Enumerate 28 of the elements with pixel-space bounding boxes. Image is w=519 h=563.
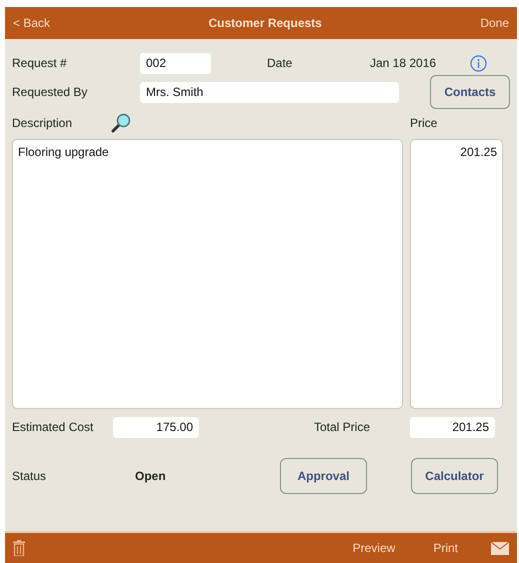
print-link[interactable]: Print <box>433 541 458 555</box>
info-icon[interactable] <box>470 54 487 72</box>
calculator-button[interactable]: Calculator <box>411 458 498 494</box>
field-label: Price <box>410 116 438 130</box>
estimated-cost-field[interactable]: 175.00 <box>113 416 199 438</box>
request-number-field[interactable]: 002 <box>140 52 211 74</box>
total-price-field[interactable]: 201.25 <box>410 416 495 438</box>
contacts-button[interactable]: Contacts <box>430 75 510 109</box>
approval-button[interactable]: Approval <box>280 458 367 494</box>
field-label: Description <box>12 116 74 130</box>
requested-by-field[interactable]: Mrs. Smith <box>140 82 399 102</box>
trash-icon[interactable] <box>13 540 25 556</box>
screen-title: Customer Requests <box>207 16 323 30</box>
description-area[interactable]: Flooring upgrade <box>12 139 403 409</box>
field-label: Requested By <box>12 85 88 99</box>
status-value: Open <box>135 469 167 483</box>
price-area[interactable]: 201.25 <box>410 139 503 409</box>
search-icon[interactable] <box>110 112 132 134</box>
done-link[interactable]: Done <box>480 16 509 30</box>
preview-link[interactable]: Preview <box>352 541 396 555</box>
field-label: Request # <box>12 56 68 70</box>
back-link[interactable]: < Back <box>13 16 50 30</box>
field-label: Date <box>267 56 294 70</box>
date-value: Jan 18 2016 <box>370 56 438 70</box>
field-label: Estimated Cost <box>12 420 94 434</box>
mail-icon[interactable] <box>491 542 509 554</box>
field-label: Total Price <box>314 420 372 434</box>
field-label: Status <box>12 469 48 483</box>
